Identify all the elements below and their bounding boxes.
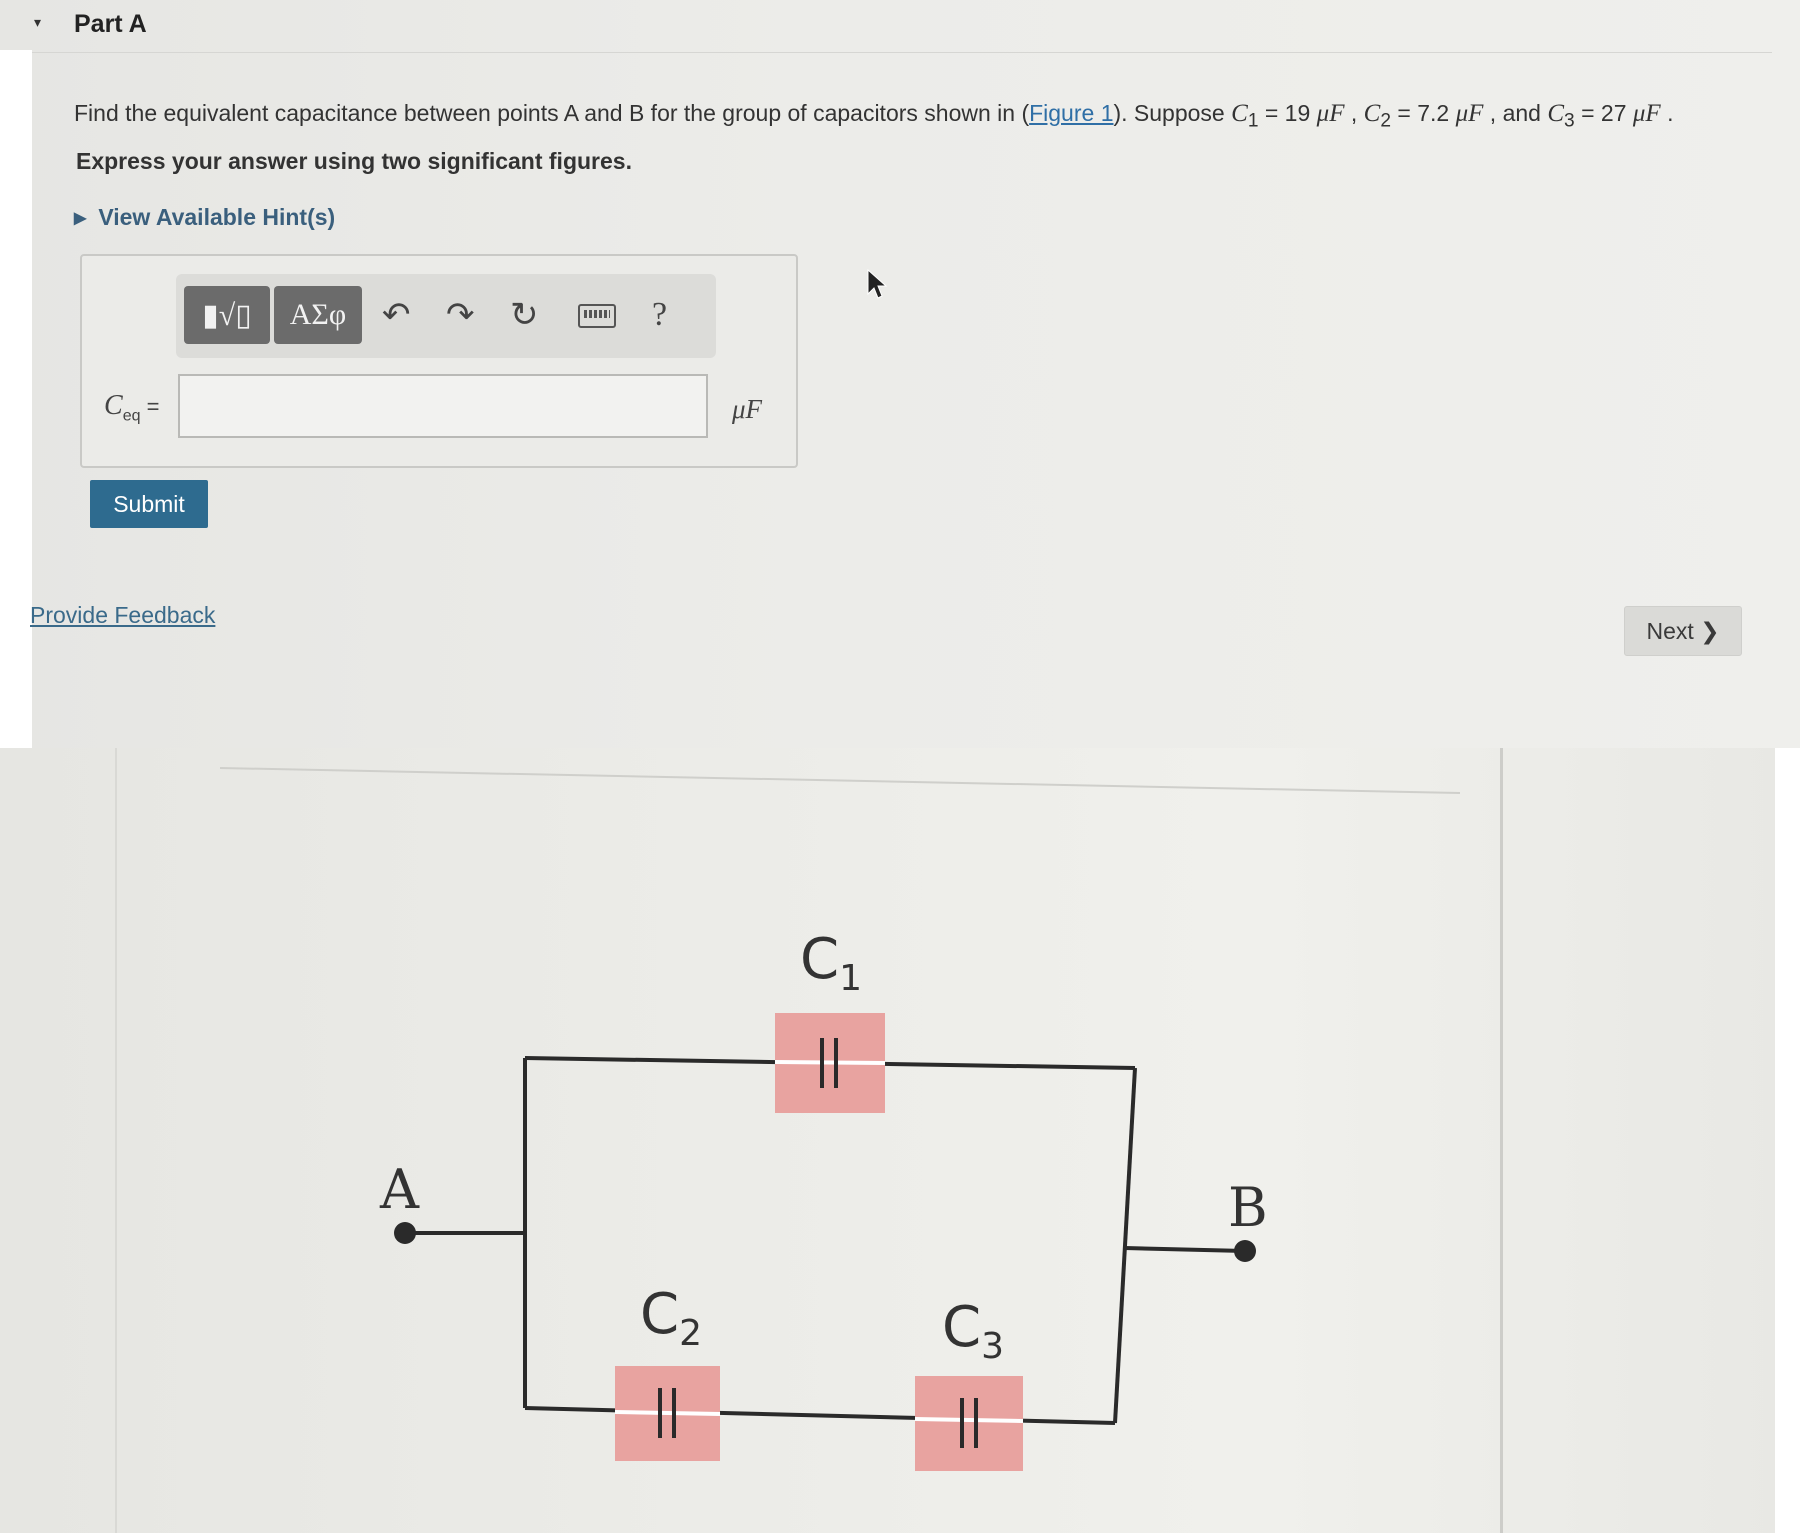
- undo-icon[interactable]: ↶: [382, 290, 411, 340]
- capacitor-c3: [914, 1376, 1024, 1471]
- next-button[interactable]: Next ❯: [1624, 606, 1742, 656]
- c1-label: C1: [800, 927, 862, 999]
- figure-1-panel: A B C1 C2 C3: [0, 748, 1800, 1533]
- figure-1-link[interactable]: Figure 1: [1029, 100, 1113, 126]
- point-a-label: A: [379, 1158, 420, 1221]
- capacitor-c2: [614, 1366, 721, 1461]
- c1-label-sub: 1: [839, 958, 862, 999]
- question-end: .: [1660, 100, 1674, 126]
- wire-bottom: [524, 1406, 1116, 1425]
- c1-lead: [774, 1060, 886, 1065]
- unit-2: μF: [1455, 100, 1484, 127]
- c2-label: C2: [640, 1282, 702, 1354]
- divider: [32, 52, 1772, 53]
- c3-label-sub: 3: [981, 1326, 1004, 1367]
- instruction-text: Express your answer using two significan…: [76, 148, 632, 174]
- question-text-mid: ). Suppose: [1113, 100, 1232, 126]
- view-hints-toggle[interactable]: ▶ View Available Hint(s): [74, 204, 335, 231]
- c2-label-sub: 2: [679, 1313, 702, 1354]
- ceq-symbol: C: [104, 390, 123, 421]
- ceq-equals: =: [140, 394, 160, 419]
- ceq-subscript: eq: [122, 407, 141, 425]
- c3-value: = 27: [1574, 100, 1633, 126]
- unit-1: μF: [1316, 100, 1345, 127]
- greek-symbols-button[interactable]: ΑΣφ: [274, 286, 362, 344]
- c3-symbol: C: [1547, 100, 1565, 127]
- expand-triangle-icon: ▶: [74, 210, 87, 227]
- c2-label-letter: C: [640, 1282, 679, 1347]
- capacitor-c1: [774, 1013, 886, 1113]
- c2-subscript: 2: [1380, 110, 1391, 132]
- c1-subscript: 1: [1247, 110, 1259, 132]
- mouse-cursor-icon: [867, 268, 888, 299]
- collapse-caret-icon[interactable]: ▾: [34, 14, 41, 31]
- terminal-a-dot: [394, 1222, 416, 1244]
- c3-subscript: 3: [1564, 110, 1575, 132]
- redo-icon[interactable]: ↷: [446, 290, 475, 340]
- left-margin: [0, 50, 32, 748]
- math-toolbar: ▮√▯ ΑΣφ ↶ ↷ ↻ ?: [176, 274, 716, 358]
- c1-symbol: C: [1231, 100, 1248, 127]
- keyboard-icon[interactable]: [578, 304, 616, 328]
- answer-unit: μF: [732, 394, 763, 424]
- c1-label-letter: C: [800, 927, 839, 992]
- templates-button[interactable]: ▮√▯: [184, 286, 270, 344]
- question-text-start: Find the equivalent capacitance between …: [74, 100, 1030, 126]
- c2-lead: [614, 1410, 721, 1416]
- wire-right-vertical: [1113, 1067, 1137, 1424]
- wire-b-lead: [1124, 1246, 1246, 1253]
- c2-symbol: C: [1363, 100, 1381, 127]
- terminal-b-dot: [1234, 1240, 1256, 1262]
- help-button[interactable]: ?: [652, 290, 667, 340]
- figure-top-line: [219, 767, 1461, 794]
- part-title[interactable]: Part A: [74, 10, 147, 39]
- provide-feedback-link[interactable]: Provide Feedback: [30, 602, 215, 629]
- c1-value: = 19: [1258, 100, 1317, 126]
- c3-lead: [914, 1417, 1024, 1423]
- problem-panel: ▾ Part A Find the equivalent capacitance…: [0, 0, 1800, 748]
- answer-input[interactable]: [178, 374, 708, 438]
- separator-1: ,: [1344, 100, 1364, 126]
- c3-highlight: [915, 1376, 1023, 1471]
- reset-icon[interactable]: ↻: [510, 290, 539, 340]
- point-b-label: B: [1228, 1176, 1268, 1239]
- hint-label: View Available Hint(s): [98, 204, 336, 230]
- c2-value: = 7.2: [1391, 100, 1456, 126]
- unit-3: μF: [1632, 100, 1661, 127]
- submit-button[interactable]: Submit: [90, 480, 208, 528]
- c3-label-letter: C: [942, 1295, 981, 1360]
- ceq-label: Ceq =: [104, 390, 159, 426]
- capacitor-circuit-diagram: A B C1 C2 C3: [219, 767, 1461, 1471]
- c3-label: C3: [942, 1295, 1004, 1367]
- question-text: Find the equivalent capacitance between …: [74, 100, 1673, 133]
- separator-2: , and: [1483, 100, 1548, 126]
